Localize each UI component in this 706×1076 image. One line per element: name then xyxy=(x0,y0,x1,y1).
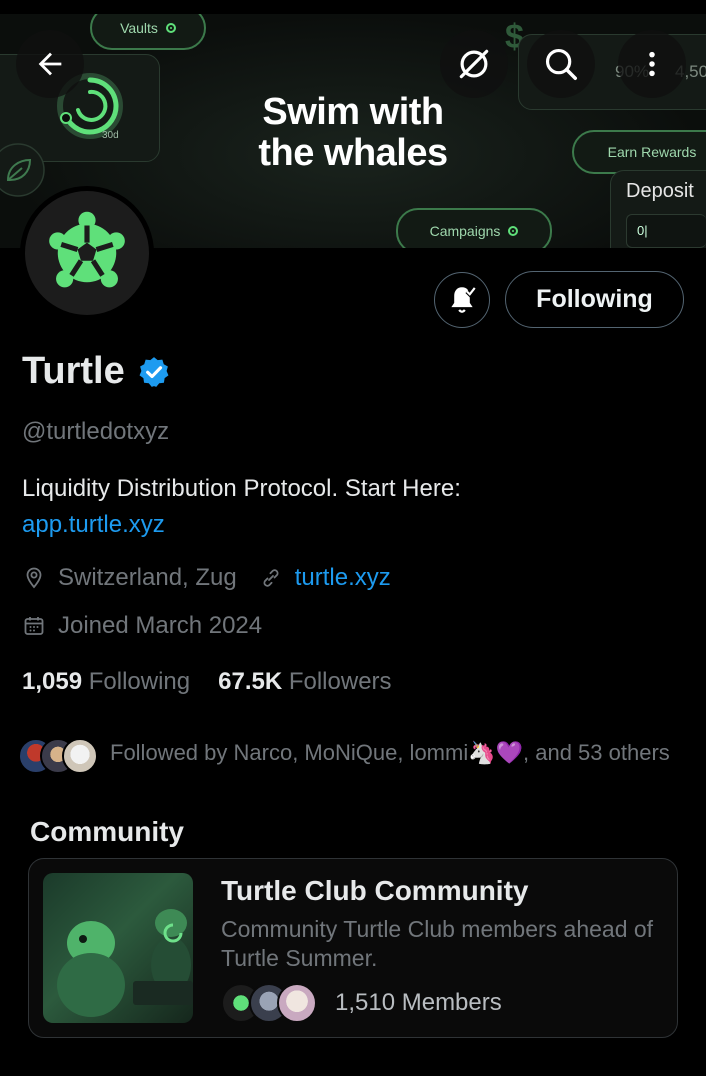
profile-bio: Liquidity Distribution Protocol. Start H… xyxy=(22,471,682,543)
community-member-count: 1,510 Members xyxy=(335,989,502,1016)
back-button[interactable] xyxy=(16,30,84,98)
banner-deposit-label: Deposit xyxy=(626,180,694,202)
notifications-toggle-button[interactable] xyxy=(434,272,490,328)
profile-meta-joined: Joined March 2024 xyxy=(22,612,262,640)
verified-badge-icon[interactable] xyxy=(137,355,171,389)
following-label: Following xyxy=(88,668,191,695)
community-section-title: Community xyxy=(30,816,184,847)
community-image xyxy=(43,873,193,1023)
search-icon xyxy=(545,48,577,80)
search-button[interactable] xyxy=(527,30,595,98)
banner-vaults-pill: Vaults xyxy=(90,14,206,50)
community-description: Community Turtle Club members ahead of T… xyxy=(221,916,654,971)
community-card[interactable]: Turtle Club Community Community Turtle C… xyxy=(28,858,678,1038)
profile-joined-date: Joined March 2024 xyxy=(58,612,263,639)
pill-dot-icon xyxy=(508,226,519,236)
following-count: 1,059 xyxy=(22,668,83,695)
grok-button[interactable] xyxy=(440,30,508,98)
earn-pill-label: Earn Rewards xyxy=(607,144,697,160)
turtle-logo-icon xyxy=(49,211,125,288)
profile-handle: @turtledotxyz xyxy=(22,418,170,445)
profile-meta-location-website: Switzerland, Zug turtle.xyz xyxy=(22,564,391,592)
avatar-image xyxy=(25,191,149,315)
status-strip xyxy=(0,0,706,14)
vaults-pill-label: Vaults xyxy=(120,20,158,36)
following-stat[interactable]: 1,059 Following xyxy=(22,668,190,696)
location-pin-icon xyxy=(22,566,46,590)
banner-deposit-input: 0| xyxy=(626,214,706,248)
profile-website-link[interactable]: turtle.xyz xyxy=(295,564,391,592)
profile-location: Switzerland, Zug xyxy=(58,564,237,591)
followed-by-text[interactable]: Followed by Narco, MoNiQue, lommi🦄💜, and… xyxy=(110,737,670,769)
arrow-left-icon xyxy=(38,52,62,76)
banner-earn-rewards-pill: Earn Rewards xyxy=(572,130,706,174)
more-vertical-icon xyxy=(649,51,655,77)
link-icon xyxy=(259,566,283,590)
pill-dot-icon xyxy=(165,23,176,33)
profile-stats: 1,059 Following 67.5K Followers xyxy=(22,668,392,696)
followed-by-avatars[interactable] xyxy=(18,738,98,774)
calendar-icon xyxy=(22,614,46,638)
followers-stat[interactable]: 67.5K Followers xyxy=(218,668,391,696)
member-avatar-3 xyxy=(277,983,317,1023)
profile-avatar[interactable] xyxy=(20,186,154,320)
community-name: Turtle Club Community xyxy=(221,875,529,906)
bell-check-icon xyxy=(451,286,477,313)
bio-link[interactable]: app.turtle.xyz xyxy=(22,507,682,543)
banner-campaigns-pill: Campaigns xyxy=(396,208,552,248)
following-button[interactable]: Following xyxy=(505,271,684,328)
bio-text: Liquidity Distribution Protocol. Start H… xyxy=(22,475,461,502)
grok-icon xyxy=(459,49,489,79)
follower-avatar-lommi xyxy=(62,738,98,774)
followers-label: Followers xyxy=(288,668,392,695)
followers-count: 67.5K xyxy=(218,668,283,695)
community-members: 1,510 Members xyxy=(221,983,502,1023)
campaigns-pill-label: Campaigns xyxy=(429,223,501,239)
more-button[interactable] xyxy=(618,30,686,98)
profile-name: Turtle xyxy=(22,350,171,393)
profile-display-name: Turtle xyxy=(22,350,125,392)
